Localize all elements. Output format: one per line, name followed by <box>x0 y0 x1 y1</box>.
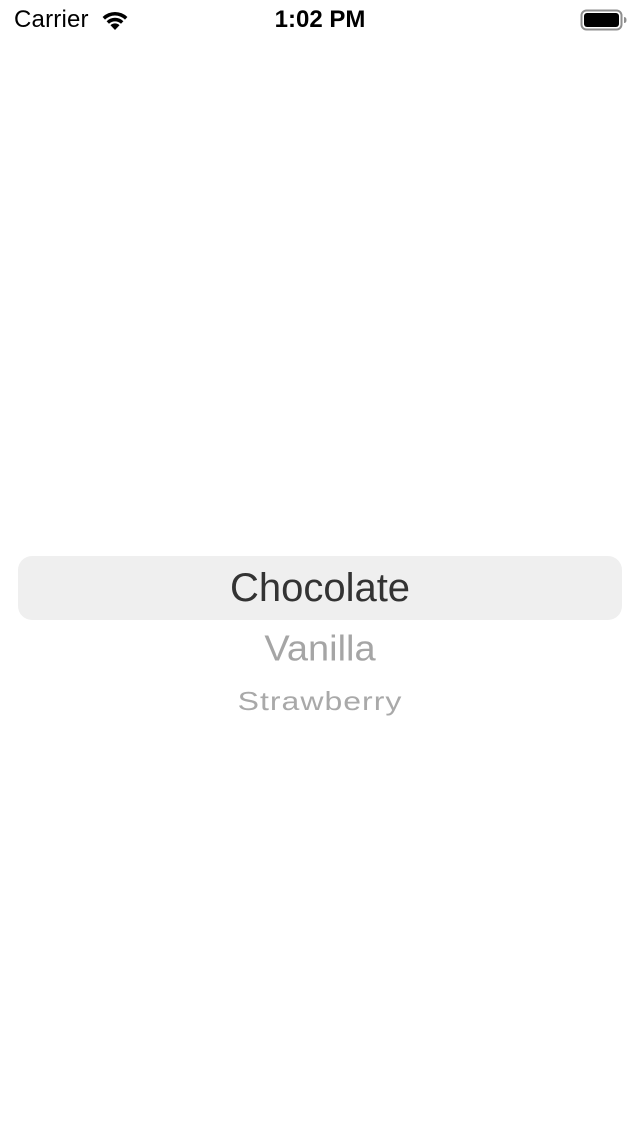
screen: Carrier 1:02 PM Chocolate Vanilla Strawb… <box>0 0 640 1136</box>
picker-option-selected[interactable]: Chocolate <box>18 564 622 612</box>
picker-option-strawberry[interactable]: Strawberry <box>18 685 622 718</box>
status-time: 1:02 PM <box>274 6 366 33</box>
picker-option-vanilla[interactable]: Vanilla <box>18 627 622 671</box>
status-bar: Carrier 1:02 PM <box>0 0 640 40</box>
battery-full-icon <box>580 9 627 31</box>
flavor-picker[interactable]: Chocolate Vanilla Strawberry <box>18 556 622 726</box>
